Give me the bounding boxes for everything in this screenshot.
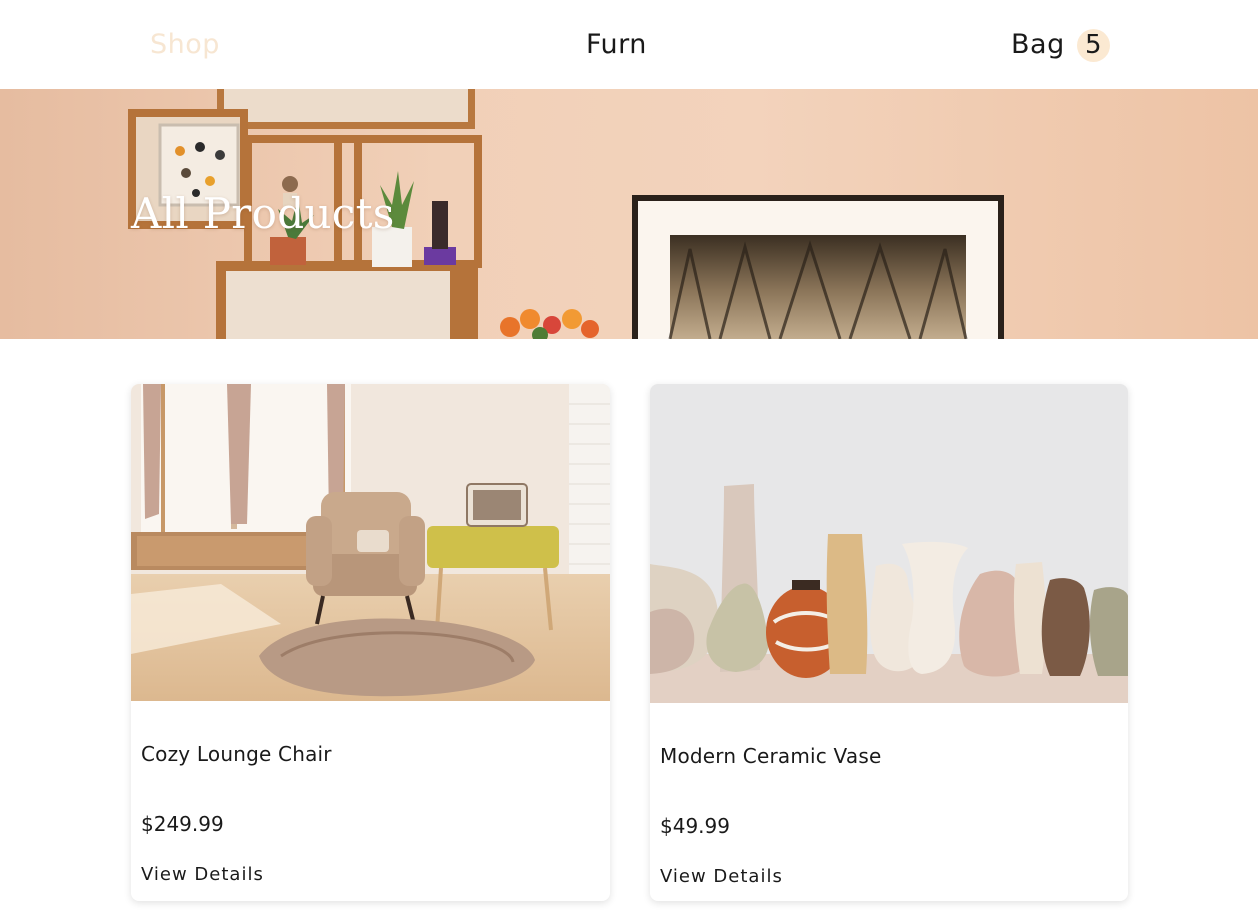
product-image[interactable] — [131, 384, 610, 701]
vases-photo — [650, 384, 1128, 703]
brand-logo[interactable]: Furn — [586, 26, 647, 64]
view-details-link[interactable]: View Details — [660, 865, 783, 889]
product-price: $49.99 — [660, 814, 730, 838]
armchair-photo — [131, 384, 610, 701]
product-card[interactable]: Modern Ceramic Vase $49.99 View Details — [650, 384, 1128, 901]
nav-shop-link[interactable]: Shop — [150, 26, 220, 64]
product-price: $249.99 — [141, 812, 224, 836]
view-details-link[interactable]: View Details — [141, 863, 264, 887]
product-name[interactable]: Modern Ceramic Vase — [660, 742, 881, 770]
product-card[interactable]: Cozy Lounge Chair $249.99 View Details — [131, 384, 610, 901]
hero-banner: All Products — [0, 89, 1258, 339]
product-image[interactable] — [650, 384, 1128, 703]
top-nav: Shop Furn Bag 5 — [0, 0, 1258, 89]
page-title: All Products — [131, 189, 395, 238]
bag-count-badge: 5 — [1076, 28, 1110, 62]
bag-label: Bag — [1011, 29, 1065, 60]
product-name[interactable]: Cozy Lounge Chair — [141, 740, 332, 768]
bag-button[interactable]: Bag 5 — [1011, 26, 1110, 64]
